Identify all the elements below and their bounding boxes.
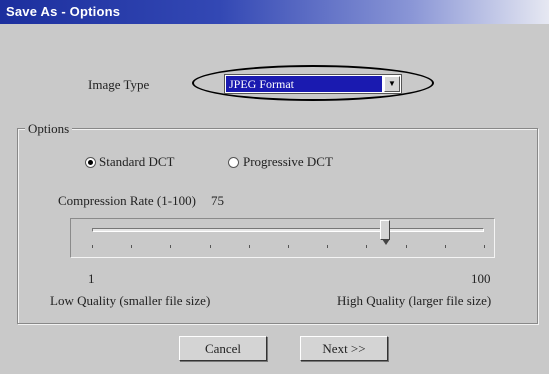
compression-rate-value: 75 [211,193,224,208]
compression-rate-label: Compression Rate (1-100) [58,193,196,208]
slider-min-label: 1 [88,271,95,286]
window-title: Save As - Options [6,4,121,19]
compression-slider-track[interactable] [92,228,484,232]
high-quality-label: High Quality (larger file size) [337,293,492,308]
slider-tick [288,245,289,248]
low-quality-label: Low Quality (smaller file size) [50,293,211,308]
image-type-label: Image Type [88,77,150,92]
slider-tick [484,245,485,248]
cancel-button[interactable]: Cancel [179,336,267,361]
slider-tick [366,245,368,248]
options-group-label: Options [25,121,73,137]
slider-max-label: 100 [471,271,491,286]
compression-slider-thumb[interactable] [380,220,390,245]
slider-tick [405,245,407,248]
slider-tick [248,245,250,248]
slider-tick [444,245,446,248]
chevron-down-icon[interactable]: ▼ [384,76,400,92]
slider-tick [131,245,133,248]
progressive-dct-label[interactable]: Progressive DCT [243,154,333,170]
image-type-select[interactable]: JPEG Format ▼ [224,74,402,94]
image-type-selected-value: JPEG Format [226,76,382,92]
standard-dct-radio[interactable] [85,157,96,168]
slider-tick [209,245,211,248]
slider-tick [92,245,93,248]
slider-tick [170,245,172,248]
standard-dct-label[interactable]: Standard DCT [99,154,174,170]
slider-tick [327,245,329,248]
radio-selected-dot [88,160,93,165]
progressive-dct-radio[interactable] [228,157,239,168]
next-button[interactable]: Next >> [300,336,388,361]
slider-frame [70,218,495,258]
title-bar[interactable]: Save As - Options [0,0,549,24]
